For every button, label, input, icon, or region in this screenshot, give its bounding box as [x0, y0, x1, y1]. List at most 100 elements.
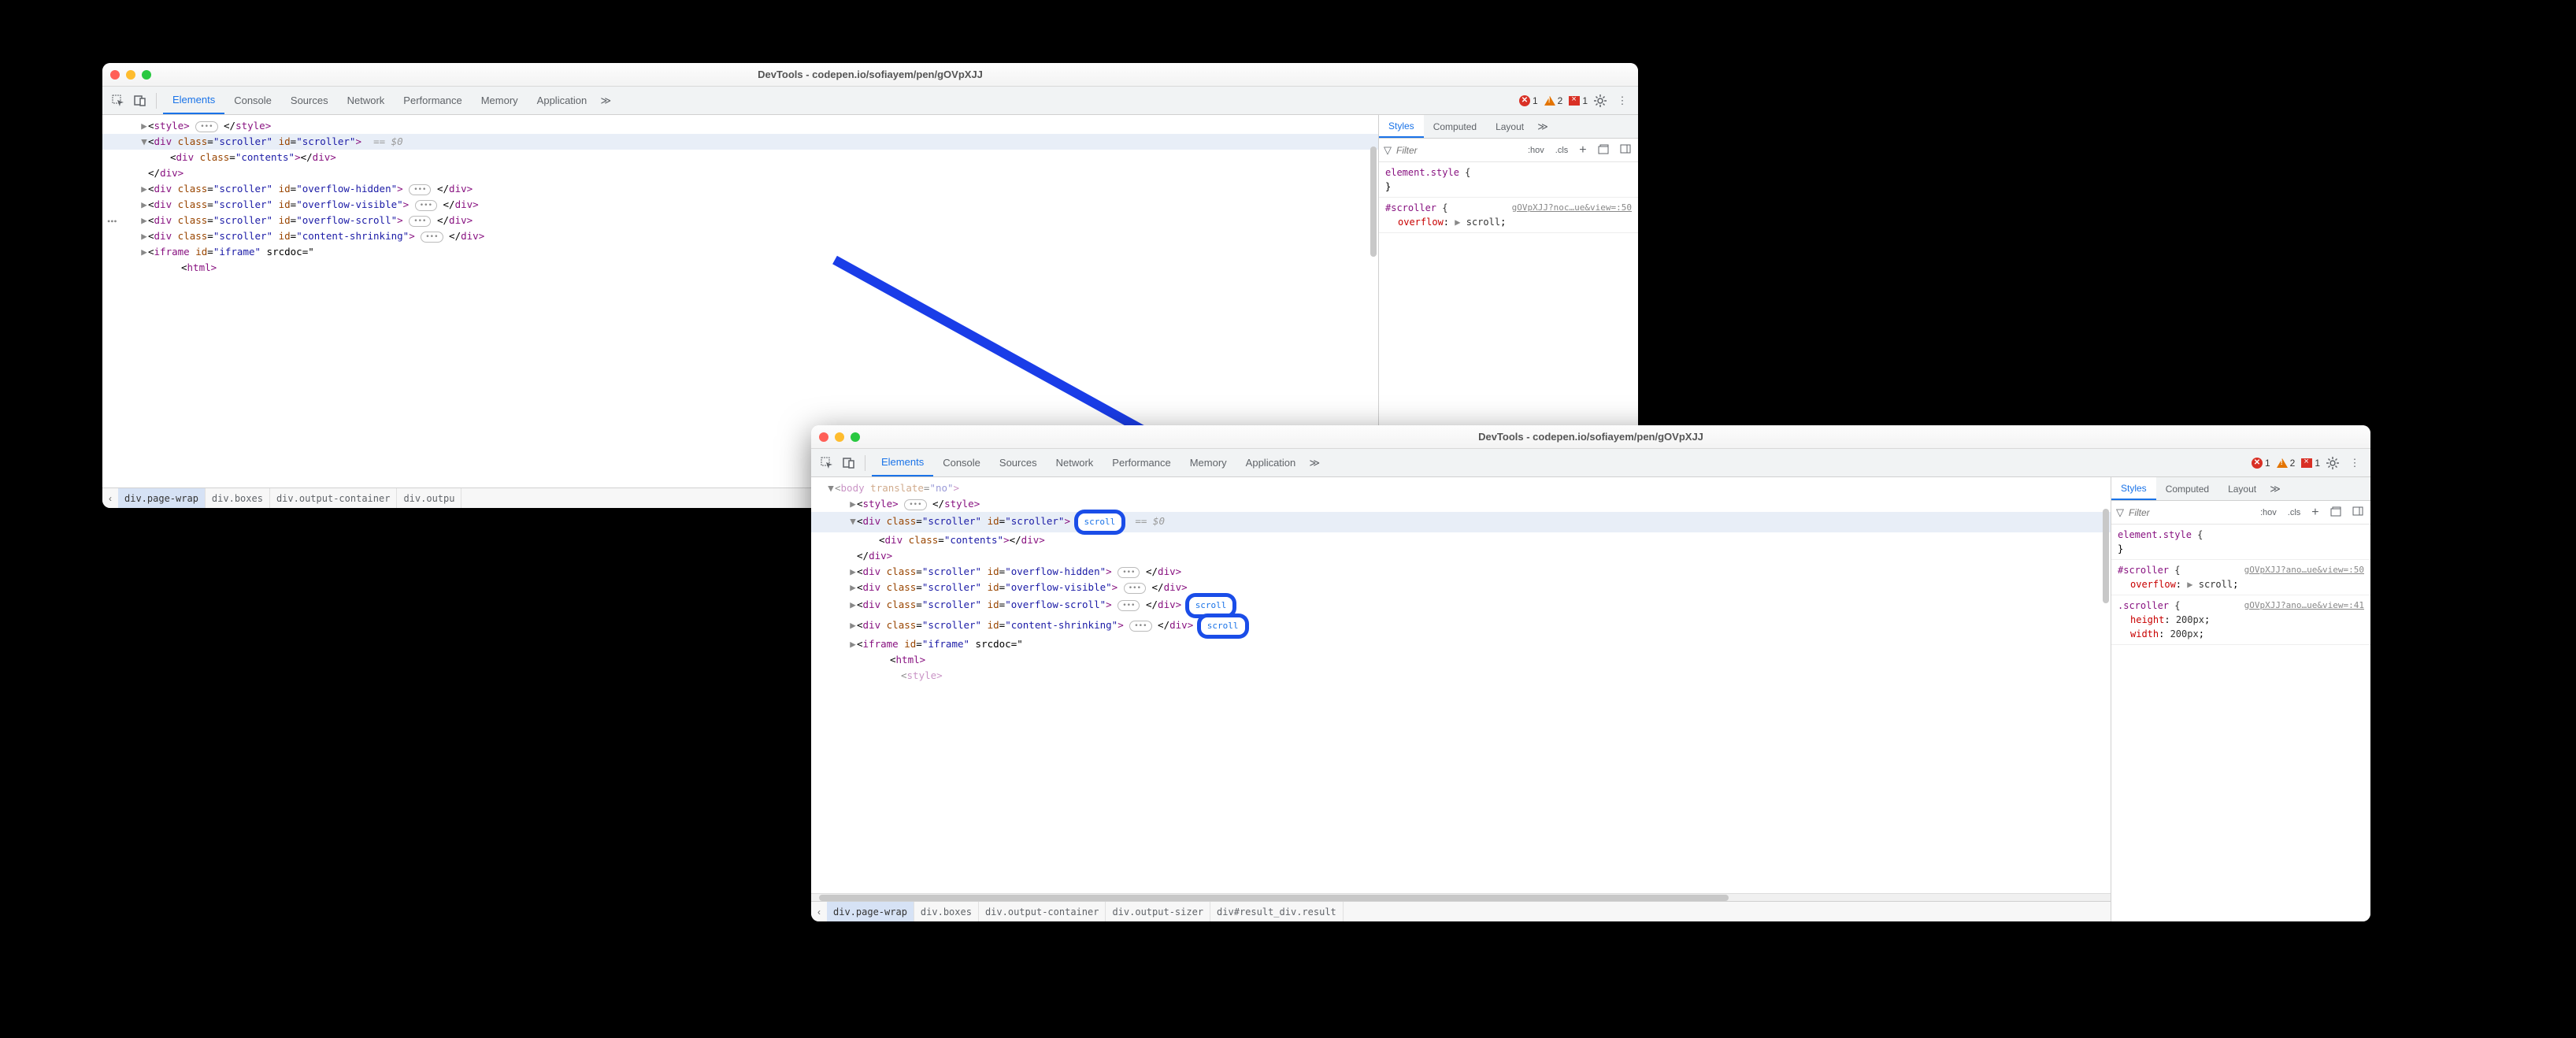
breakpoint-gutter-icon[interactable]: •••	[107, 216, 117, 228]
tab-sources[interactable]: Sources	[990, 449, 1047, 476]
expand-arrow-icon[interactable]: ▶	[140, 181, 148, 197]
css-source-link[interactable]: gOVpXJJ?noc…ue&view=:50	[1512, 201, 1632, 215]
expand-arrow-icon[interactable]: ▼	[140, 134, 148, 150]
subtab-computed[interactable]: Computed	[2156, 477, 2218, 500]
expand-arrow-icon[interactable]: ▶	[849, 636, 857, 652]
breadcrumb-item[interactable]: div.boxes	[914, 902, 979, 921]
breadcrumb-item[interactable]: div.output-container	[270, 488, 398, 508]
css-selector[interactable]: #scroller	[2118, 565, 2169, 576]
scroll-badge[interactable]: scroll	[1199, 616, 1247, 636]
breadcrumb-item[interactable]: div.page-wrap	[118, 488, 206, 508]
scroll-badge[interactable]: scroll	[1077, 512, 1124, 532]
more-subtabs-icon[interactable]: ≫	[2266, 480, 2285, 499]
expand-arrow-icon[interactable]: ▶	[849, 564, 857, 580]
expand-caret-icon[interactable]: ▶	[2187, 579, 2192, 590]
expand-arrow-icon[interactable]: ▶	[140, 213, 148, 228]
expand-caret-icon[interactable]: ▶	[1455, 217, 1460, 228]
kebab-menu-icon[interactable]: ⋮	[2345, 454, 2364, 473]
styles-rules[interactable]: element.style {}#scroller {gOVpXJJ?ano…u…	[2111, 525, 2370, 921]
breadcrumb-item[interactable]: div#result_div.result	[1210, 902, 1344, 921]
dom-node[interactable]: ▼<div class="scroller" id="scroller"> sc…	[811, 512, 2111, 532]
more-tabs-icon[interactable]: ≫	[596, 91, 615, 110]
dom-node[interactable]: ▶<div class="scroller" id="overflow-hidd…	[102, 181, 1378, 197]
warnings-badge[interactable]: 2	[2277, 458, 2296, 469]
hov-button[interactable]: :hov	[1525, 144, 1547, 157]
tab-sources[interactable]: Sources	[281, 87, 338, 114]
expand-arrow-icon[interactable]: ▶	[849, 580, 857, 595]
subtab-layout[interactable]: Layout	[1486, 115, 1533, 138]
crumb-scroll-left-icon[interactable]: ‹	[811, 906, 827, 918]
css-property[interactable]: overflow: ▶ scroll;	[2118, 577, 2364, 591]
tab-performance[interactable]: Performance	[1103, 449, 1180, 476]
css-property[interactable]: width: 200px;	[2118, 627, 2364, 641]
issues-badge[interactable]: 1	[1569, 95, 1588, 106]
horizontal-scrollbar[interactable]	[811, 893, 2111, 901]
collapsed-ellipsis-icon[interactable]: •••	[1129, 621, 1151, 632]
subtab-computed[interactable]: Computed	[1424, 115, 1486, 138]
tab-network[interactable]: Network	[338, 87, 395, 114]
breadcrumb-item[interactable]: div.output-container	[979, 902, 1106, 921]
expand-arrow-icon[interactable]: ▶	[849, 617, 857, 633]
inspect-element-icon[interactable]	[817, 454, 836, 473]
dom-node[interactable]: ▶<iframe id="iframe" srcdoc="	[102, 244, 1378, 260]
subtab-styles[interactable]: Styles	[2111, 477, 2156, 500]
expand-arrow-icon[interactable]: ▶	[140, 118, 148, 134]
expand-arrow-icon[interactable]: ▶	[140, 228, 148, 244]
tab-console[interactable]: Console	[933, 449, 990, 476]
dom-node[interactable]: ▶<div class="scroller" id="overflow-visi…	[102, 197, 1378, 213]
breadcrumb-item[interactable]: div.output-sizer	[1106, 902, 1210, 921]
dom-node[interactable]: </div>	[811, 548, 2111, 564]
expand-arrow-icon[interactable]: ▼	[827, 480, 835, 496]
device-toolbar-icon[interactable]	[840, 454, 858, 473]
copy-styles-icon[interactable]	[2327, 504, 2344, 521]
collapsed-ellipsis-icon[interactable]: •••	[421, 232, 443, 243]
expand-arrow-icon[interactable]: ▶	[849, 597, 857, 613]
tab-application[interactable]: Application	[1236, 449, 1306, 476]
crumb-scroll-left-icon[interactable]: ‹	[102, 493, 118, 504]
tab-elements[interactable]: Elements	[872, 449, 933, 476]
expand-arrow-icon[interactable]: ▶	[140, 197, 148, 213]
dom-node[interactable]: <div class="contents"></div>	[102, 150, 1378, 165]
dom-node[interactable]: ▶<div class="scroller" id="content-shrin…	[811, 616, 2111, 636]
dom-node[interactable]: ▼<body translate="no">	[811, 480, 2111, 496]
css-property[interactable]: overflow: ▶ scroll;	[1385, 215, 1632, 229]
errors-badge[interactable]: ✕1	[1519, 95, 1538, 106]
expand-arrow-icon[interactable]: ▼	[849, 513, 857, 529]
dom-node[interactable]: ▶<div class="scroller" id="content-shrin…	[102, 228, 1378, 244]
collapsed-ellipsis-icon[interactable]: •••	[409, 184, 431, 195]
kebab-menu-icon[interactable]: ⋮	[1613, 91, 1632, 110]
dom-node[interactable]: ▶<div class="scroller" id="overflow-visi…	[811, 580, 2111, 595]
settings-icon[interactable]	[1591, 91, 1610, 110]
settings-icon[interactable]	[2323, 454, 2342, 473]
expand-arrow-icon[interactable]: ▶	[849, 496, 857, 512]
dom-node[interactable]: </div>	[102, 165, 1378, 181]
css-selector[interactable]: element.style	[1385, 167, 1459, 178]
css-property[interactable]: height: 200px;	[2118, 613, 2364, 627]
css-source-link[interactable]: gOVpXJJ?ano…ue&view=:41	[2244, 599, 2364, 613]
issues-badge[interactable]: 1	[2301, 458, 2320, 469]
hov-button[interactable]: :hov	[2257, 506, 2280, 519]
collapsed-ellipsis-icon[interactable]: •••	[1118, 567, 1140, 578]
dom-node[interactable]: ▶<div class="scroller" id="overflow-hidd…	[811, 564, 2111, 580]
copy-styles-icon[interactable]	[1595, 142, 1612, 158]
dom-node[interactable]: ▶<div class="scroller" id="overflow-scro…	[811, 595, 2111, 616]
breadcrumb-item[interactable]: div.outpu	[397, 488, 461, 508]
subtab-layout[interactable]: Layout	[2218, 477, 2266, 500]
breadcrumb-item[interactable]: div.page-wrap	[827, 902, 914, 921]
dom-node[interactable]: ▶<iframe id="iframe" srcdoc="	[811, 636, 2111, 652]
css-source-link[interactable]: gOVpXJJ?ano…ue&view=:50	[2244, 563, 2364, 577]
collapsed-ellipsis-icon[interactable]: •••	[195, 121, 217, 132]
more-subtabs-icon[interactable]: ≫	[1533, 117, 1552, 136]
cls-button[interactable]: .cls	[2285, 506, 2304, 519]
subtab-styles[interactable]: Styles	[1379, 115, 1424, 138]
dom-node[interactable]: ▶<style> ••• </style>	[811, 496, 2111, 512]
more-tabs-icon[interactable]: ≫	[1305, 454, 1324, 473]
dom-node[interactable]: ▼<div class="scroller" id="scroller"> ==…	[102, 134, 1378, 150]
new-rule-icon[interactable]: +	[2308, 504, 2322, 521]
cls-button[interactable]: .cls	[1552, 144, 1572, 157]
errors-badge[interactable]: ✕1	[2252, 458, 2270, 469]
breadcrumb-item[interactable]: div.boxes	[206, 488, 270, 508]
styles-filter-input[interactable]	[1396, 145, 1520, 156]
dom-node[interactable]: <style>	[811, 668, 2111, 684]
collapsed-ellipsis-icon[interactable]: •••	[415, 200, 437, 211]
